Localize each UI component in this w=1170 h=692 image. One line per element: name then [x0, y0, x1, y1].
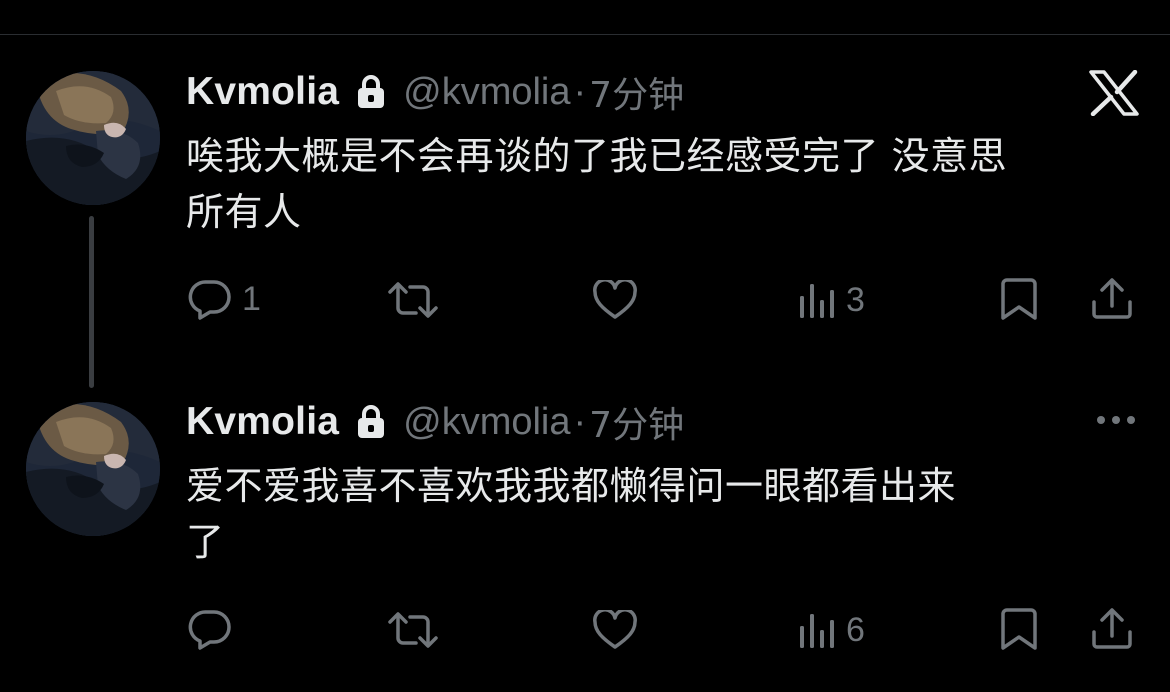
- display-name[interactable]: Kvmolia: [186, 70, 339, 114]
- tweet-text-line: 唉我大概是不会再谈的了我已经感受完了 没意思: [186, 134, 1008, 178]
- retweet-button[interactable]: [386, 280, 450, 320]
- avatar-image: [26, 402, 160, 536]
- view-count: 3: [846, 280, 865, 319]
- views-icon: [800, 284, 834, 318]
- tweet-text: 唉我大概是不会再谈的了我已经感受完了 没意思 所有人: [186, 128, 1146, 240]
- tweet-text-line: 爱不爱我喜不喜欢我我都懒得问一眼都看出来: [186, 464, 957, 508]
- reply-button[interactable]: 1: [188, 278, 261, 320]
- views-button[interactable]: 3: [798, 280, 865, 320]
- reply-count: 1: [242, 279, 261, 318]
- share-icon: [1092, 278, 1132, 319]
- share-icon: [1092, 608, 1132, 649]
- bookmark-button[interactable]: [998, 608, 1040, 650]
- lock-icon: [358, 405, 385, 438]
- avatar[interactable]: [26, 71, 160, 205]
- views-button[interactable]: 6: [798, 610, 865, 650]
- tweet-header: Kvmolia @kvmolia · 7分钟: [186, 70, 684, 116]
- tweet-text-line: 所有人: [186, 190, 302, 234]
- bookmark-icon: [1001, 278, 1037, 320]
- reply-icon: [188, 280, 231, 320]
- views-icon: [800, 614, 834, 648]
- reply-button[interactable]: [188, 608, 242, 650]
- tweet-1[interactable]: Kvmolia @kvmolia · 7分钟 唉我大概是不会再谈的了我已经感受完…: [0, 0, 1170, 392]
- like-button[interactable]: [592, 280, 648, 320]
- retweet-icon: [388, 282, 438, 318]
- bookmark-icon: [1001, 608, 1037, 650]
- separator-dot: ·: [573, 400, 587, 443]
- share-button[interactable]: [1090, 276, 1134, 320]
- heart-icon: [593, 280, 637, 319]
- avatar-image: [26, 71, 160, 205]
- display-name[interactable]: Kvmolia: [186, 400, 339, 444]
- avatar[interactable]: [26, 402, 160, 536]
- lock-icon: [358, 75, 385, 108]
- timestamp[interactable]: 7分钟: [589, 66, 684, 118]
- timestamp[interactable]: 7分钟: [589, 396, 684, 448]
- view-count: 6: [846, 610, 865, 649]
- separator-dot: ·: [573, 70, 587, 113]
- tweet-text: 爱不爱我喜不喜欢我我都懒得问一眼都看出来 了: [186, 458, 1146, 570]
- retweet-button[interactable]: [386, 610, 450, 650]
- reply-icon: [188, 610, 231, 650]
- bookmark-button[interactable]: [998, 278, 1040, 320]
- tweet-2[interactable]: Kvmolia @kvmolia · 7分钟 爱不爱我喜不喜欢我我都懒得问一眼都…: [0, 392, 1170, 692]
- retweet-icon: [388, 612, 438, 648]
- tweet-header: Kvmolia @kvmolia · 7分钟: [186, 400, 684, 446]
- tweet-text-line: 了: [186, 520, 225, 564]
- handle[interactable]: @kvmolia: [403, 401, 570, 444]
- like-button[interactable]: [592, 610, 648, 650]
- more-icon[interactable]: [1094, 412, 1138, 428]
- share-button[interactable]: [1090, 606, 1134, 650]
- heart-icon: [593, 610, 637, 649]
- handle[interactable]: @kvmolia: [403, 71, 570, 114]
